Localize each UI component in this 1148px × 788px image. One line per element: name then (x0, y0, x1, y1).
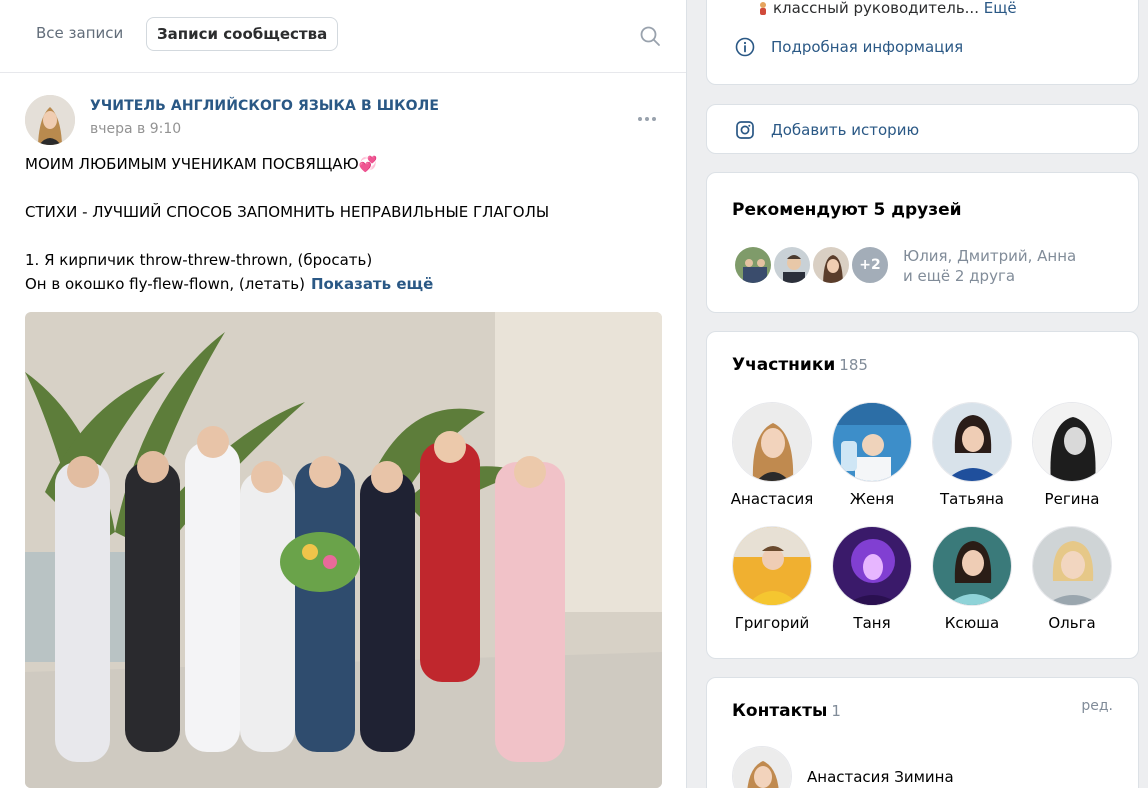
contacts-title-label: Контакты (732, 701, 828, 721)
members-title-label: Участники (732, 355, 836, 375)
tab-all-posts[interactable]: Все записи (26, 17, 133, 51)
members-title[interactable]: Участники 185 (732, 355, 868, 375)
add-story-card: Добавить историю (706, 104, 1139, 154)
more-options-icon[interactable] (636, 110, 658, 128)
member-item[interactable]: Григорий (727, 526, 817, 632)
recommending-friends-card: Рекомендуют 5 друзей +2 Юлия, Дмитрий, А… (706, 172, 1139, 313)
friends-names[interactable]: Юлия, Дмитрий, Анна и ещё 2 друга (903, 246, 1076, 286)
member-avatar (1032, 526, 1112, 606)
member-avatar (932, 526, 1012, 606)
member-name: Женя (849, 490, 895, 508)
member-avatar (1032, 402, 1112, 482)
post-author-avatar[interactable] (25, 95, 75, 145)
member-avatar (832, 526, 912, 606)
detailed-info-link[interactable]: Подробная информация (735, 36, 963, 58)
detailed-info-label: Подробная информация (771, 38, 964, 56)
member-avatar (832, 402, 912, 482)
post-text-line: Он в окошко fly-flew-flown, (летать) Пока… (25, 275, 433, 293)
contacts-card: Контакты 1 ред. Анастасия Зимина (706, 677, 1139, 788)
member-name: Таня (853, 614, 891, 632)
member-item[interactable]: Регина (1027, 402, 1117, 508)
member-item[interactable]: Ольга (1027, 526, 1117, 632)
contacts-count: 1 (831, 702, 841, 720)
post-text-line: СТИХИ - ЛУЧШИЙ СПОСОБ ЗАПОМНИТЬ НЕПРАВИЛ… (25, 203, 550, 221)
member-name: Регина (1044, 490, 1100, 508)
member-avatar (732, 402, 812, 482)
member-name: Татьяна (940, 490, 1004, 508)
member-name: Григорий (734, 614, 810, 632)
wall-card: Все записи Записи сообщества УЧИТЕЛЬ АНГ… (0, 0, 687, 788)
show-more-link[interactable]: Показать ещё (311, 275, 433, 293)
member-item[interactable]: Татьяна (927, 402, 1017, 508)
contact-name[interactable]: Анастасия Зимина (807, 768, 954, 786)
member-item[interactable]: Ксюша (927, 526, 1017, 632)
member-item[interactable]: Анастасия (727, 402, 817, 508)
member-item[interactable]: Женя (827, 402, 917, 508)
info-icon (735, 37, 755, 57)
friends-names-line: Юлия, Дмитрий, Анна (903, 247, 1077, 265)
search-icon[interactable] (638, 24, 662, 48)
post-photo[interactable] (25, 312, 662, 788)
teacher-emoji-icon (760, 2, 766, 15)
camera-story-icon (736, 121, 754, 139)
contacts-edit-link[interactable]: ред. (1081, 698, 1113, 714)
members-count: 185 (839, 356, 868, 374)
friends-title[interactable]: Рекомендуют 5 друзей (732, 200, 962, 220)
add-story-button[interactable]: Добавить историю (735, 118, 919, 142)
friends-names-line: и ещё 2 друга (903, 267, 1016, 285)
member-name: Анастасия (730, 490, 814, 508)
info-description: классный руководитель... Ещё (773, 0, 1017, 17)
more-friends-badge[interactable]: +2 (850, 245, 890, 285)
contact-avatar[interactable] (732, 746, 792, 788)
post-text-line: МОИМ ЛЮБИМЫМ УЧЕНИКАМ ПОСВЯЩАЮ💞 (25, 155, 378, 173)
friend-avatar[interactable] (733, 245, 773, 285)
member-avatar (732, 526, 812, 606)
contacts-title[interactable]: Контакты 1 (732, 701, 841, 721)
member-name: Ольга (1048, 614, 1096, 632)
wall-tabs: Все записи Записи сообщества (0, 0, 686, 73)
members-card: Участники 185 Анастасия Женя Татьяна Реги… (706, 331, 1139, 659)
post-date[interactable]: вчера в 9:10 (90, 121, 181, 137)
post-text-line: 1. Я кирпичик throw-threw-thrown, (броса… (25, 251, 373, 269)
community-info-card: классный руководитель... Ещё Подробная и… (706, 0, 1139, 85)
tab-community-posts[interactable]: Записи сообщества (146, 17, 339, 51)
post-author-name[interactable]: УЧИТЕЛЬ АНГЛИЙСКОГО ЯЗЫКА В ШКОЛЕ (90, 98, 439, 114)
friend-avatar[interactable] (811, 245, 851, 285)
add-story-label: Добавить историю (771, 121, 920, 139)
member-item[interactable]: Таня (827, 526, 917, 632)
group-photo-image (25, 312, 662, 788)
member-name: Ксюша (944, 614, 1000, 632)
info-description-text: классный руководитель... (773, 0, 979, 17)
info-more-link[interactable]: Ещё (984, 0, 1017, 17)
member-avatar (932, 402, 1012, 482)
friend-avatar[interactable] (772, 245, 812, 285)
post-text-line-content: Он в окошко fly-flew-flown, (летать) (25, 275, 305, 293)
